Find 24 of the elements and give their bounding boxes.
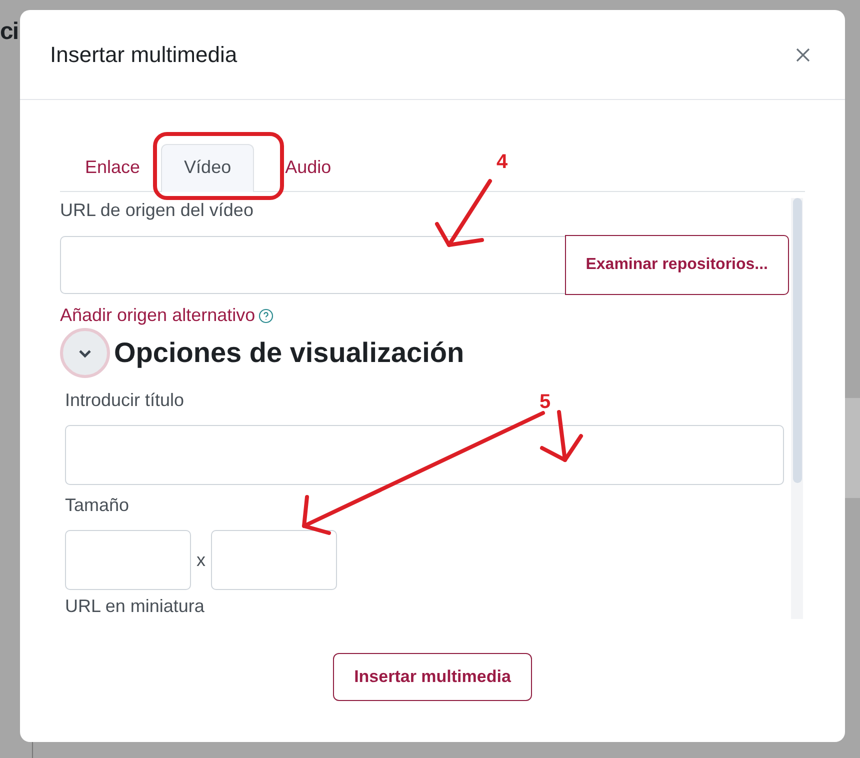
tab[interactable]: Audio [268,144,348,192]
field-label: Tamaño [65,495,130,516]
callout-number: 5 [539,391,551,413]
width-input[interactable] [65,530,191,590]
tab[interactable]: Vídeo [161,144,254,192]
help-icon[interactable] [258,308,274,324]
height-input[interactable] [211,530,337,590]
field-label: URL en miniatura [65,596,204,617]
field-label: Introducir título [65,390,184,411]
title-input[interactable] [65,425,784,485]
size-separator: x [196,550,206,570]
field-label: URL de origen del vídeo [60,200,254,221]
collapse-toggle[interactable] [60,328,110,378]
scrollbar[interactable] [791,198,803,619]
tab[interactable]: Enlace [68,144,158,192]
close-icon [795,46,811,62]
browse-repositories-button[interactable]: Examinar repositorios... [564,235,789,295]
section-heading: Opciones de visualización [114,337,464,369]
insert-media-button[interactable]: Insertar multimedia [333,653,532,701]
dialog-title: Insertar multimedia [50,42,238,68]
video-url-field[interactable] [60,236,565,294]
callout-number: 4 [496,151,508,173]
add-alternative-source-link[interactable]: Añadir origen alternativo [60,305,256,326]
page-heading-fragment: ci [0,18,18,46]
